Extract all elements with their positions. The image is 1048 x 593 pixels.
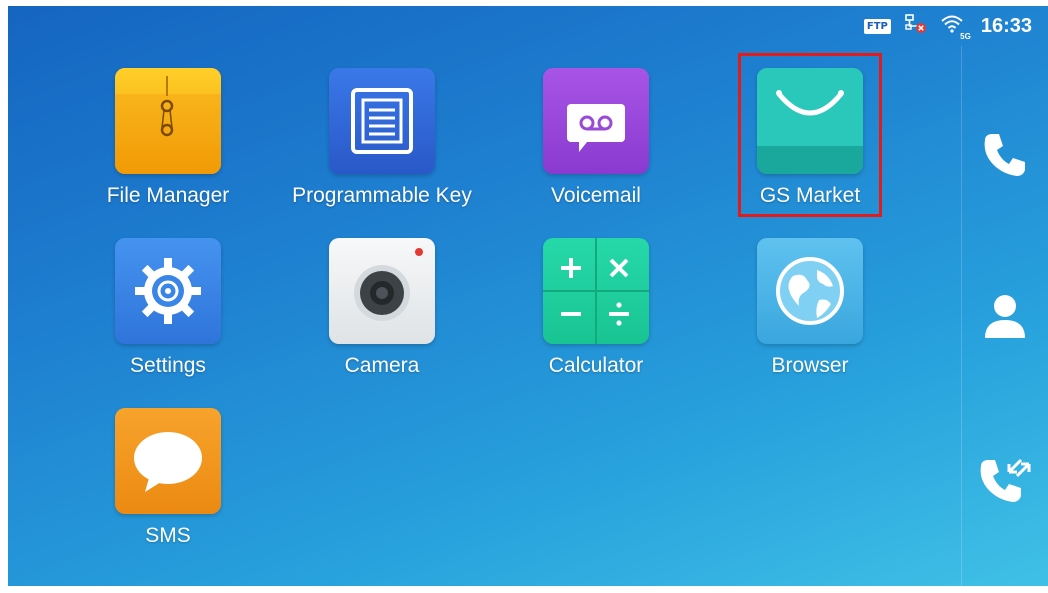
gs-market-highlight-box bbox=[738, 53, 882, 217]
app-label: SMS bbox=[145, 524, 191, 547]
camera-icon bbox=[329, 238, 435, 344]
app-label: Settings bbox=[130, 354, 206, 377]
voicemail-icon bbox=[543, 68, 649, 174]
contacts-icon bbox=[977, 288, 1033, 349]
call-history-button[interactable] bbox=[962, 450, 1048, 510]
ftp-badge: FTP bbox=[863, 19, 891, 34]
programmable-key-icon bbox=[329, 68, 435, 174]
wifi-5g-icon: 5G bbox=[941, 14, 971, 41]
app-label: Calculator bbox=[548, 354, 644, 377]
file-manager-icon bbox=[115, 68, 221, 174]
app-file-manager[interactable]: File Manager bbox=[68, 68, 268, 208]
app-label: Browser bbox=[771, 354, 849, 377]
calculator-icon bbox=[543, 238, 649, 344]
app-label: Voicemail bbox=[551, 184, 641, 207]
app-programmable-key[interactable]: Programmable Key bbox=[282, 68, 482, 208]
settings-gear-icon bbox=[115, 238, 221, 344]
app-browser[interactable]: Browser bbox=[710, 238, 910, 378]
status-time: 16:33 bbox=[980, 15, 1032, 37]
app-label: File Manager bbox=[106, 184, 230, 207]
right-sidebar bbox=[961, 46, 1048, 586]
app-voicemail[interactable]: Voicemail bbox=[496, 68, 696, 208]
app-label: Camera bbox=[344, 354, 420, 377]
app-label: Programmable Key bbox=[292, 184, 472, 207]
network-disconnected-icon bbox=[905, 14, 927, 39]
app-camera[interactable]: Camera bbox=[282, 238, 482, 378]
app-settings[interactable]: Settings bbox=[68, 238, 268, 378]
app-sms[interactable]: SMS bbox=[68, 408, 268, 548]
wifi-band-label: 5G bbox=[960, 32, 971, 41]
globe-icon bbox=[757, 238, 863, 344]
call-history-icon bbox=[977, 450, 1033, 511]
contacts-button[interactable] bbox=[962, 288, 1048, 348]
sms-bubble-icon bbox=[115, 408, 221, 514]
app-calculator[interactable]: Calculator bbox=[496, 238, 696, 378]
phone-icon bbox=[977, 126, 1033, 187]
phone-button[interactable] bbox=[962, 126, 1048, 186]
status-bar: FTP 5G 16:33 bbox=[8, 6, 1048, 46]
home-screen: FTP 5G 16:33 File Manager Programmable K… bbox=[8, 6, 1048, 586]
